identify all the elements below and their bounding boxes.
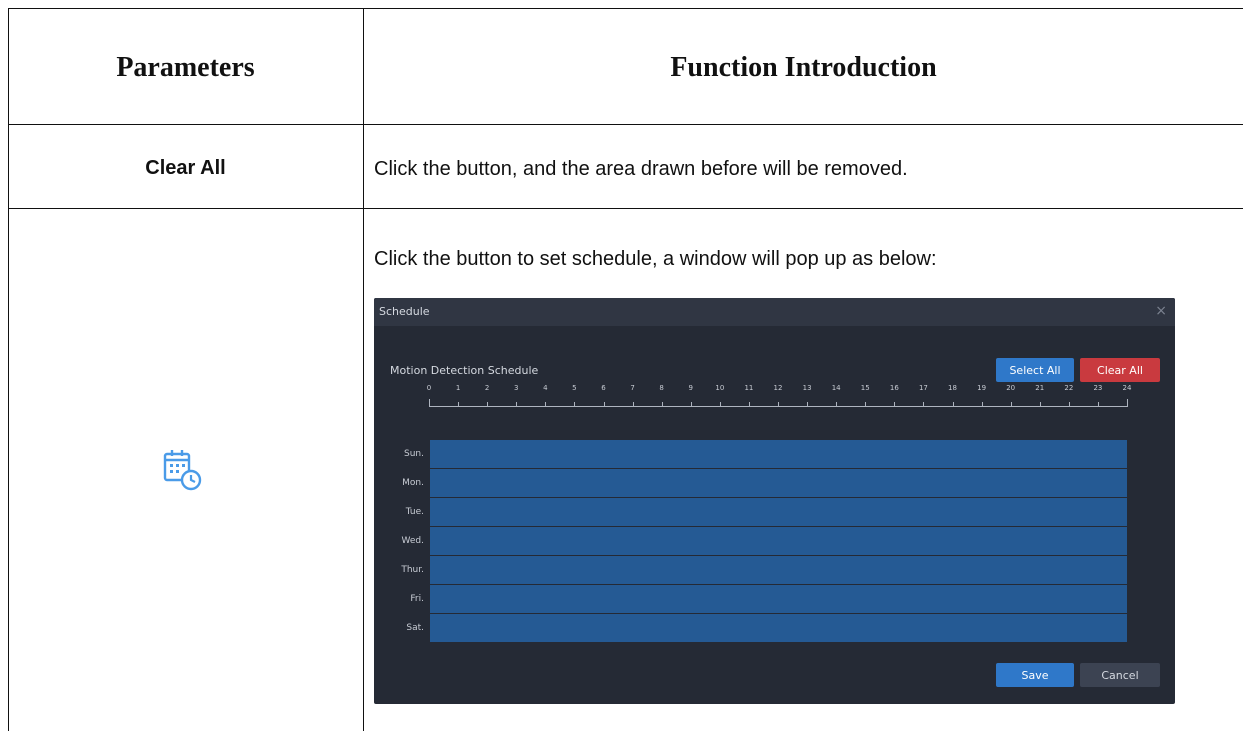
table-row-divider	[8, 124, 1243, 125]
day-schedule-bar[interactable]	[430, 614, 1127, 642]
hour-label: 7	[630, 384, 635, 392]
hour-label: 22	[1064, 384, 1074, 392]
hour-label: 9	[688, 384, 693, 392]
hour-label: 1	[455, 384, 461, 392]
hour-label: 0	[426, 384, 432, 392]
hour-label: 21	[1035, 384, 1045, 392]
hour-label: 18	[948, 384, 957, 392]
hour-label: 23	[1093, 384, 1103, 392]
table-border-top	[8, 8, 1243, 9]
hour-label: 3	[514, 384, 519, 392]
hour-label: 2	[484, 384, 490, 392]
save-button[interactable]: Save	[996, 663, 1074, 687]
hour-label: 24	[1122, 384, 1132, 392]
day-schedule-bar[interactable]	[430, 527, 1127, 555]
hour-label: 16	[889, 384, 899, 392]
clear-all-button[interactable]: Clear All	[1080, 358, 1160, 382]
day-label: Thur.	[401, 565, 424, 575]
hour-label: 5	[572, 384, 577, 392]
hour-label: 8	[659, 384, 664, 392]
calendar-clock-icon	[163, 450, 202, 491]
hour-label: 15	[860, 384, 870, 392]
hour-label: 11	[744, 384, 754, 392]
select-all-button[interactable]: Select All	[996, 358, 1074, 382]
hour-label: 19	[977, 384, 987, 392]
schedule-dialog: Schedule × Motion Detection Schedule Sel…	[374, 298, 1175, 704]
day-label: Mon.	[402, 478, 424, 488]
day-schedule-bar[interactable]	[430, 469, 1127, 497]
day-label: Wed.	[401, 536, 424, 546]
hour-label: 6	[601, 384, 606, 392]
table-border-left-lower	[8, 208, 9, 731]
hour-label: 12	[773, 384, 783, 392]
day-label: Sun.	[404, 449, 424, 459]
close-icon[interactable]: ×	[1155, 303, 1167, 319]
param-clear-all: Clear All	[145, 157, 226, 179]
hour-label: 20	[1006, 384, 1016, 392]
description-clear-all: Click the button, and the area drawn bef…	[374, 158, 908, 180]
hour-label: 17	[918, 384, 928, 392]
dialog-title: Schedule	[379, 305, 430, 318]
day-schedule-bar[interactable]	[430, 440, 1127, 468]
day-schedule-bar[interactable]	[430, 556, 1127, 584]
table-divider-vertical	[363, 8, 364, 731]
hour-label: 13	[802, 384, 812, 392]
hour-label: 14	[831, 384, 841, 392]
day-label: Tue.	[405, 507, 424, 517]
cancel-button[interactable]: Cancel	[1080, 663, 1160, 687]
day-schedule-bar[interactable]	[430, 498, 1127, 526]
table-row-divider	[8, 208, 1243, 209]
timeline-axis	[429, 406, 1127, 407]
schedule-section-label: Motion Detection Schedule	[390, 364, 539, 377]
hour-tick	[1127, 399, 1128, 407]
column-header-function-introduction: Function Introduction	[670, 52, 937, 83]
hour-label: 10	[715, 384, 725, 392]
dialog-titlebar: Schedule ×	[374, 298, 1175, 326]
column-header-parameters: Parameters	[116, 52, 255, 83]
hour-label: 4	[543, 384, 548, 392]
description-schedule: Click the button to set schedule, a wind…	[374, 248, 937, 270]
day-label: Sat.	[406, 623, 424, 633]
day-label: Fri.	[410, 594, 424, 604]
day-schedule-bar[interactable]	[430, 585, 1127, 613]
